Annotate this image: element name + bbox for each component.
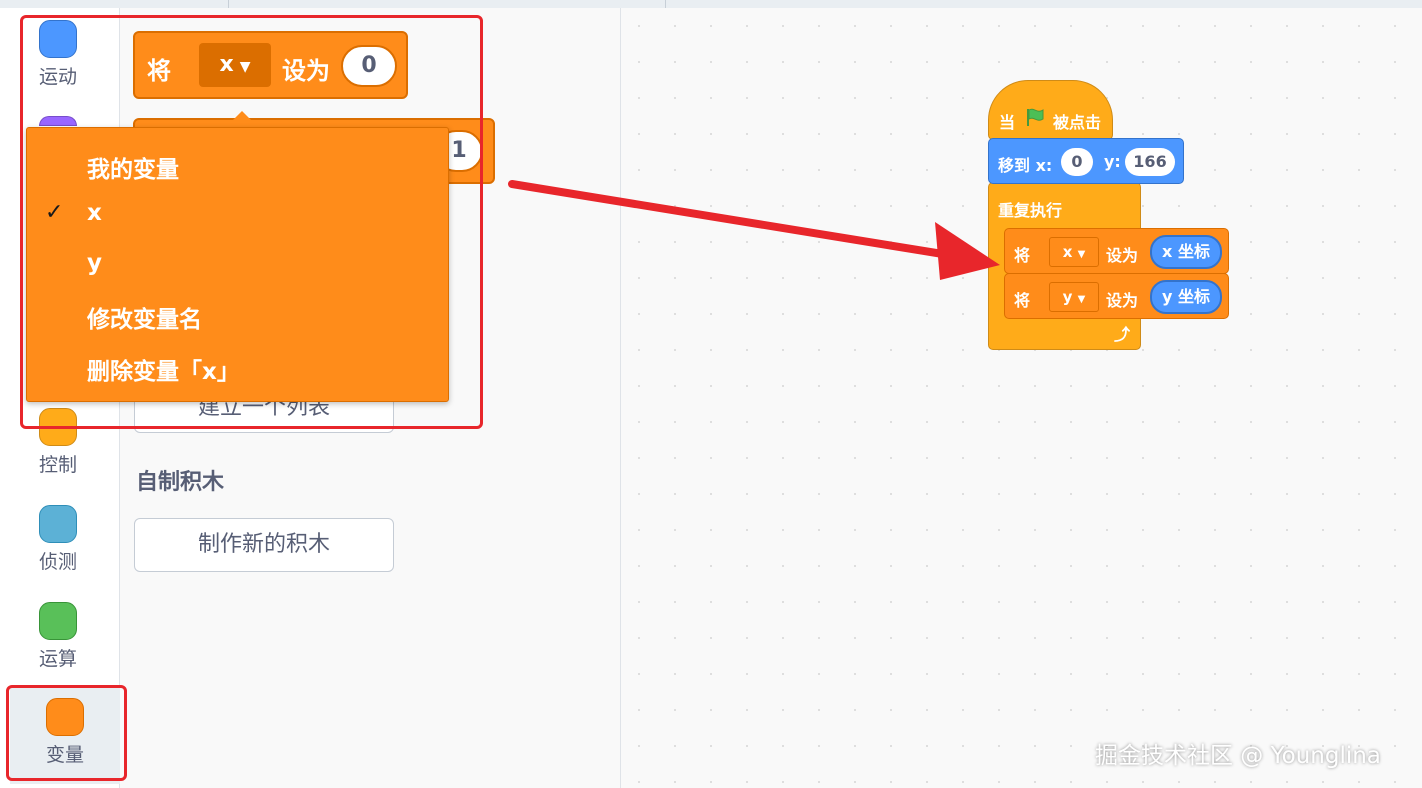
annotation-arrow xyxy=(508,180,1000,280)
watermark: 掘金技术社区 @ Younglina xyxy=(1095,743,1381,769)
